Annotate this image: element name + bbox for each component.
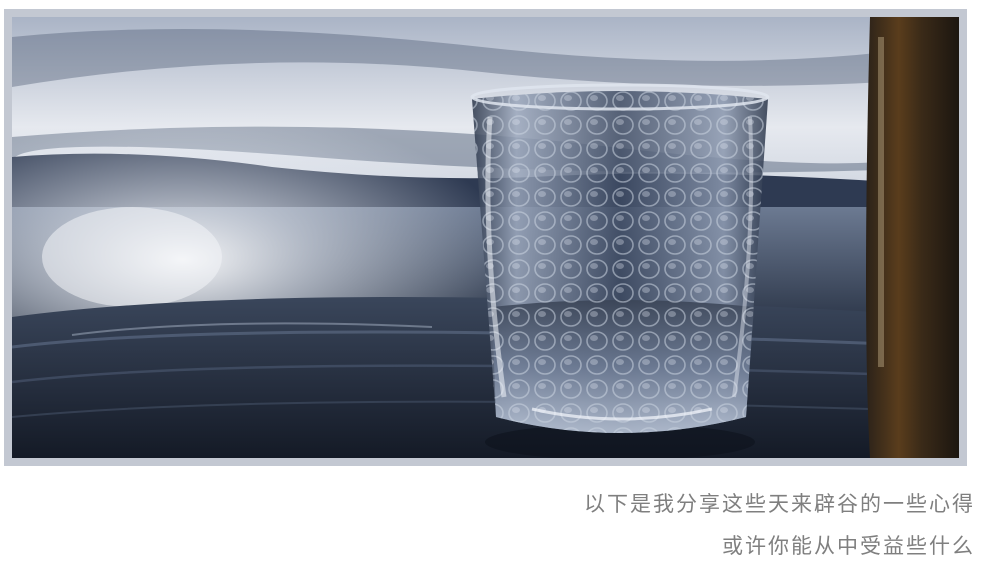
caption-line-1: 以下是我分享这些天来辟谷的一些心得 [584,492,975,516]
glass-photo [12,17,959,458]
page: 以下是我分享这些天来辟谷的一些心得 或许你能从中受益些什么 [0,0,989,574]
caption-line-2: 或许你能从中受益些什么 [722,534,975,558]
glass-photo-illustration [12,17,959,458]
photo-frame [4,9,967,466]
